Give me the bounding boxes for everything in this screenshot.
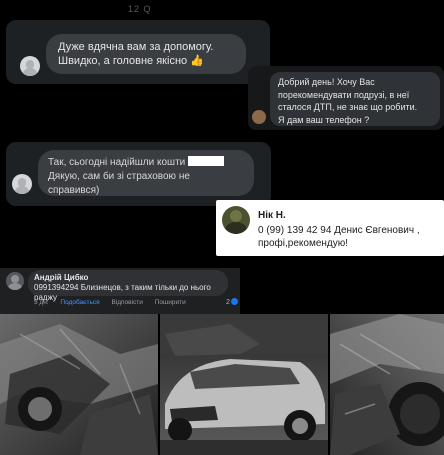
message-line: Дуже вдячна вам за допомогу. bbox=[58, 41, 214, 53]
comment-bubble: Андрій Цибко 0991394294 Близнецов, з так… bbox=[28, 270, 228, 302]
comment-card: Андрій Цибко 0991394294 Близнецов, з так… bbox=[0, 268, 240, 314]
car-wreck-photo-collage bbox=[0, 314, 444, 455]
review-card: Нік Н. 0 (99) 139 42 94 Денис Євгенович … bbox=[216, 200, 444, 256]
avatar[interactable] bbox=[222, 206, 250, 234]
message-card-3: Так, сьогодні надійшли кошти Дякую, сам … bbox=[6, 142, 271, 206]
avatar[interactable] bbox=[252, 110, 266, 124]
message-line: Швидко, а головне якісно 👍 bbox=[58, 55, 204, 67]
message-line: Добрий день! Хочу Вас bbox=[278, 77, 375, 87]
message-bubble: Добрий день! Хочу Вас порекомендувати по… bbox=[270, 72, 440, 126]
top-timestamp: 12 Q bbox=[128, 4, 152, 14]
reaction-count[interactable]: 2 bbox=[226, 298, 238, 306]
message-line: сталося ДТП, не знає що робити. bbox=[278, 102, 418, 112]
reviewer-name[interactable]: Нік Н. bbox=[258, 210, 286, 221]
reaction-count-number: 2 bbox=[226, 299, 230, 306]
message-line: Так, сьогодні надійшли кошти bbox=[48, 157, 186, 168]
redaction-block bbox=[188, 156, 225, 166]
avatar-placeholder-icon[interactable] bbox=[20, 56, 40, 76]
message-bubble: Дуже вдячна вам за допомогу. Швидко, а г… bbox=[46, 34, 246, 74]
message-card-2: Добрий день! Хочу Вас порекомендувати по… bbox=[248, 66, 444, 130]
like-reaction-icon bbox=[230, 298, 238, 305]
comment-author[interactable]: Андрій Цибко bbox=[34, 273, 222, 283]
message-line: Я дам ваш телефон ? bbox=[278, 114, 370, 125]
share-button[interactable]: Поширити bbox=[155, 299, 186, 306]
comment-time[interactable]: 3 дн. bbox=[34, 299, 49, 306]
reply-button[interactable]: Відповісти bbox=[111, 299, 142, 306]
crash-photo-right bbox=[330, 314, 444, 455]
like-button[interactable]: Подобається bbox=[60, 299, 99, 306]
avatar[interactable] bbox=[6, 272, 24, 290]
review-text: 0 (99) 139 42 94 Денис Євгенович , профі… bbox=[258, 225, 420, 249]
message-bubble: Так, сьогодні надійшли кошти Дякую, сам … bbox=[38, 150, 254, 196]
crash-photo-left bbox=[0, 314, 158, 455]
comment-actions: 3 дн. Подобається Відповісти Поширити bbox=[34, 299, 196, 306]
message-line: Дякую, сам би зі страховою не справився) bbox=[48, 171, 190, 196]
crash-photo-center bbox=[160, 314, 328, 455]
avatar-placeholder-icon[interactable] bbox=[12, 174, 32, 194]
message-card-1: Дуже вдячна вам за допомогу. Швидко, а г… bbox=[6, 20, 270, 84]
message-line: порекомендувати подрузі, в неї bbox=[278, 89, 410, 100]
